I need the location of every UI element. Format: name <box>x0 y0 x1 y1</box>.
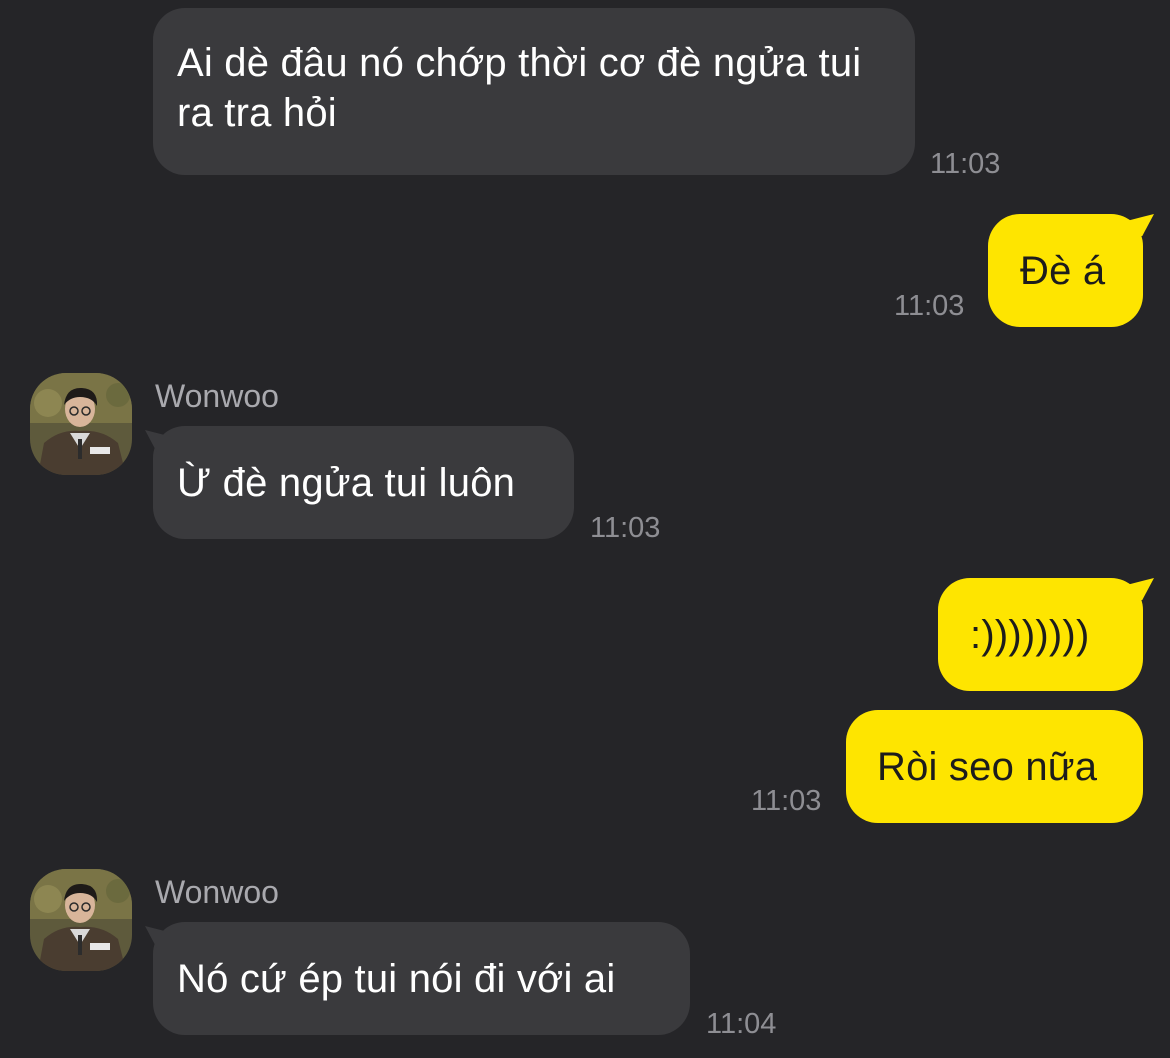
sender-name: Wonwoo <box>155 874 279 910</box>
message-bubble-outgoing[interactable]: Ròi seo nữa <box>846 710 1143 823</box>
contact-avatar[interactable] <box>30 373 132 475</box>
message-bubble-outgoing[interactable]: Đè á <box>988 214 1143 327</box>
bubble-tail <box>1128 214 1154 236</box>
message-text: :)))))))) <box>970 613 1090 657</box>
message-timestamp: 11:04 <box>706 1008 777 1040</box>
chat-message-list: Ai dè đâu nó chớp thời cơ đè ngửa tui ra… <box>0 0 1170 1058</box>
message-bubble-incoming[interactable]: Ai dè đâu nó chớp thời cơ đè ngửa tui ra… <box>153 8 915 175</box>
message-bubble-incoming[interactable]: Nó cứ ép tui nói đi với ai <box>153 922 690 1035</box>
message-text: Ròi seo nữa <box>877 745 1098 789</box>
contact-avatar[interactable] <box>30 869 132 971</box>
sender-name: Wonwoo <box>155 378 279 414</box>
message-timestamp: 11:03 <box>590 512 661 544</box>
avatar-photo-icon <box>30 869 132 971</box>
message-timestamp: 11:03 <box>751 785 822 817</box>
avatar-photo-icon <box>30 373 132 475</box>
message-text: Nó cứ ép tui nói đi với ai <box>177 957 616 1001</box>
message-text: Ai dè đâu nó chớp thời cơ đè ngửa tui ra… <box>177 41 862 135</box>
message-text: Đè á <box>1020 249 1106 293</box>
message-timestamp: 11:03 <box>894 290 965 322</box>
message-text: Ừ đè ngửa tui luôn <box>177 461 516 505</box>
message-bubble-outgoing[interactable]: :)))))))) <box>938 578 1143 691</box>
bubble-tail <box>1128 578 1154 600</box>
message-bubble-incoming[interactable]: Ừ đè ngửa tui luôn <box>153 426 574 539</box>
message-timestamp: 11:03 <box>930 148 1001 180</box>
